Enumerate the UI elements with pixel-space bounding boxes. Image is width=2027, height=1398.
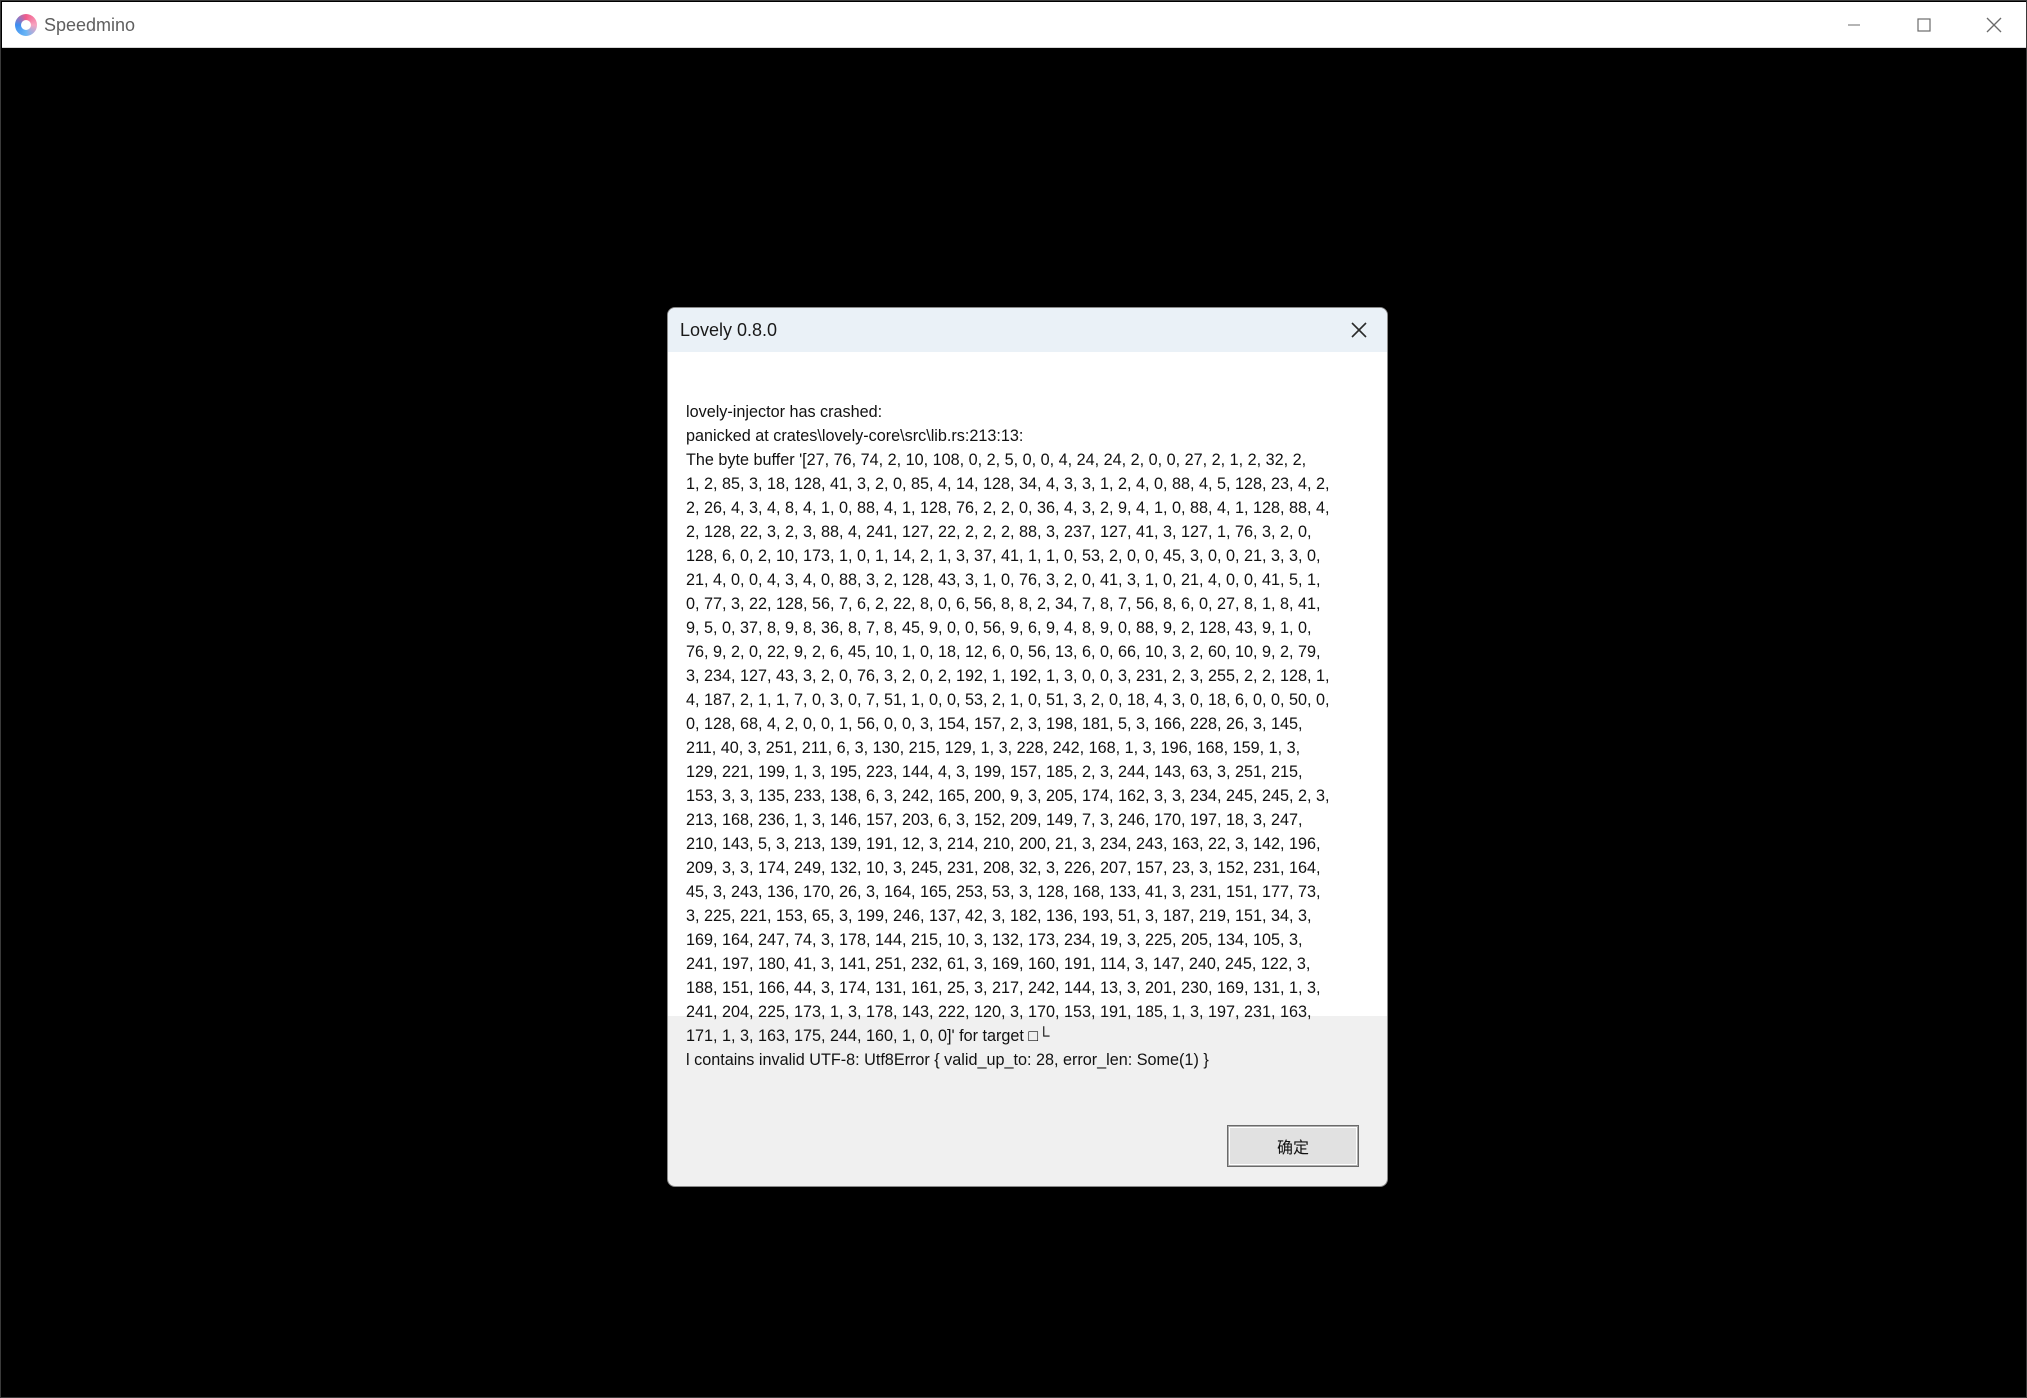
dialog-body: lovely-injector has crashed: panicked at…	[668, 352, 1387, 1069]
dialog-title: Lovely 0.8.0	[680, 320, 778, 340]
dialog-titlebar[interactable]: Lovely 0.8.0	[668, 308, 1387, 352]
dialog-close-button[interactable]	[1331, 308, 1387, 352]
crash-message: lovely-injector has crashed: panicked at…	[686, 403, 1330, 1069]
close-icon	[1351, 322, 1367, 338]
maximize-icon	[1917, 18, 1931, 32]
minimize-icon	[1848, 24, 1860, 26]
speedmino-window: Speedmino Lovely 0.8.0 lovely-injector h…	[0, 0, 2027, 1398]
window-titlebar[interactable]: Speedmino	[2, 2, 2026, 48]
close-icon	[1986, 17, 2002, 33]
window-close-button[interactable]	[1959, 3, 2027, 47]
crash-dialog: Lovely 0.8.0 lovely-injector has crashed…	[667, 307, 1388, 1187]
minimize-button[interactable]	[1819, 3, 1889, 47]
ok-button[interactable]: 确定	[1228, 1126, 1358, 1166]
app-icon	[15, 14, 37, 36]
maximize-button[interactable]	[1889, 3, 1959, 47]
window-title: Speedmino	[44, 15, 136, 35]
